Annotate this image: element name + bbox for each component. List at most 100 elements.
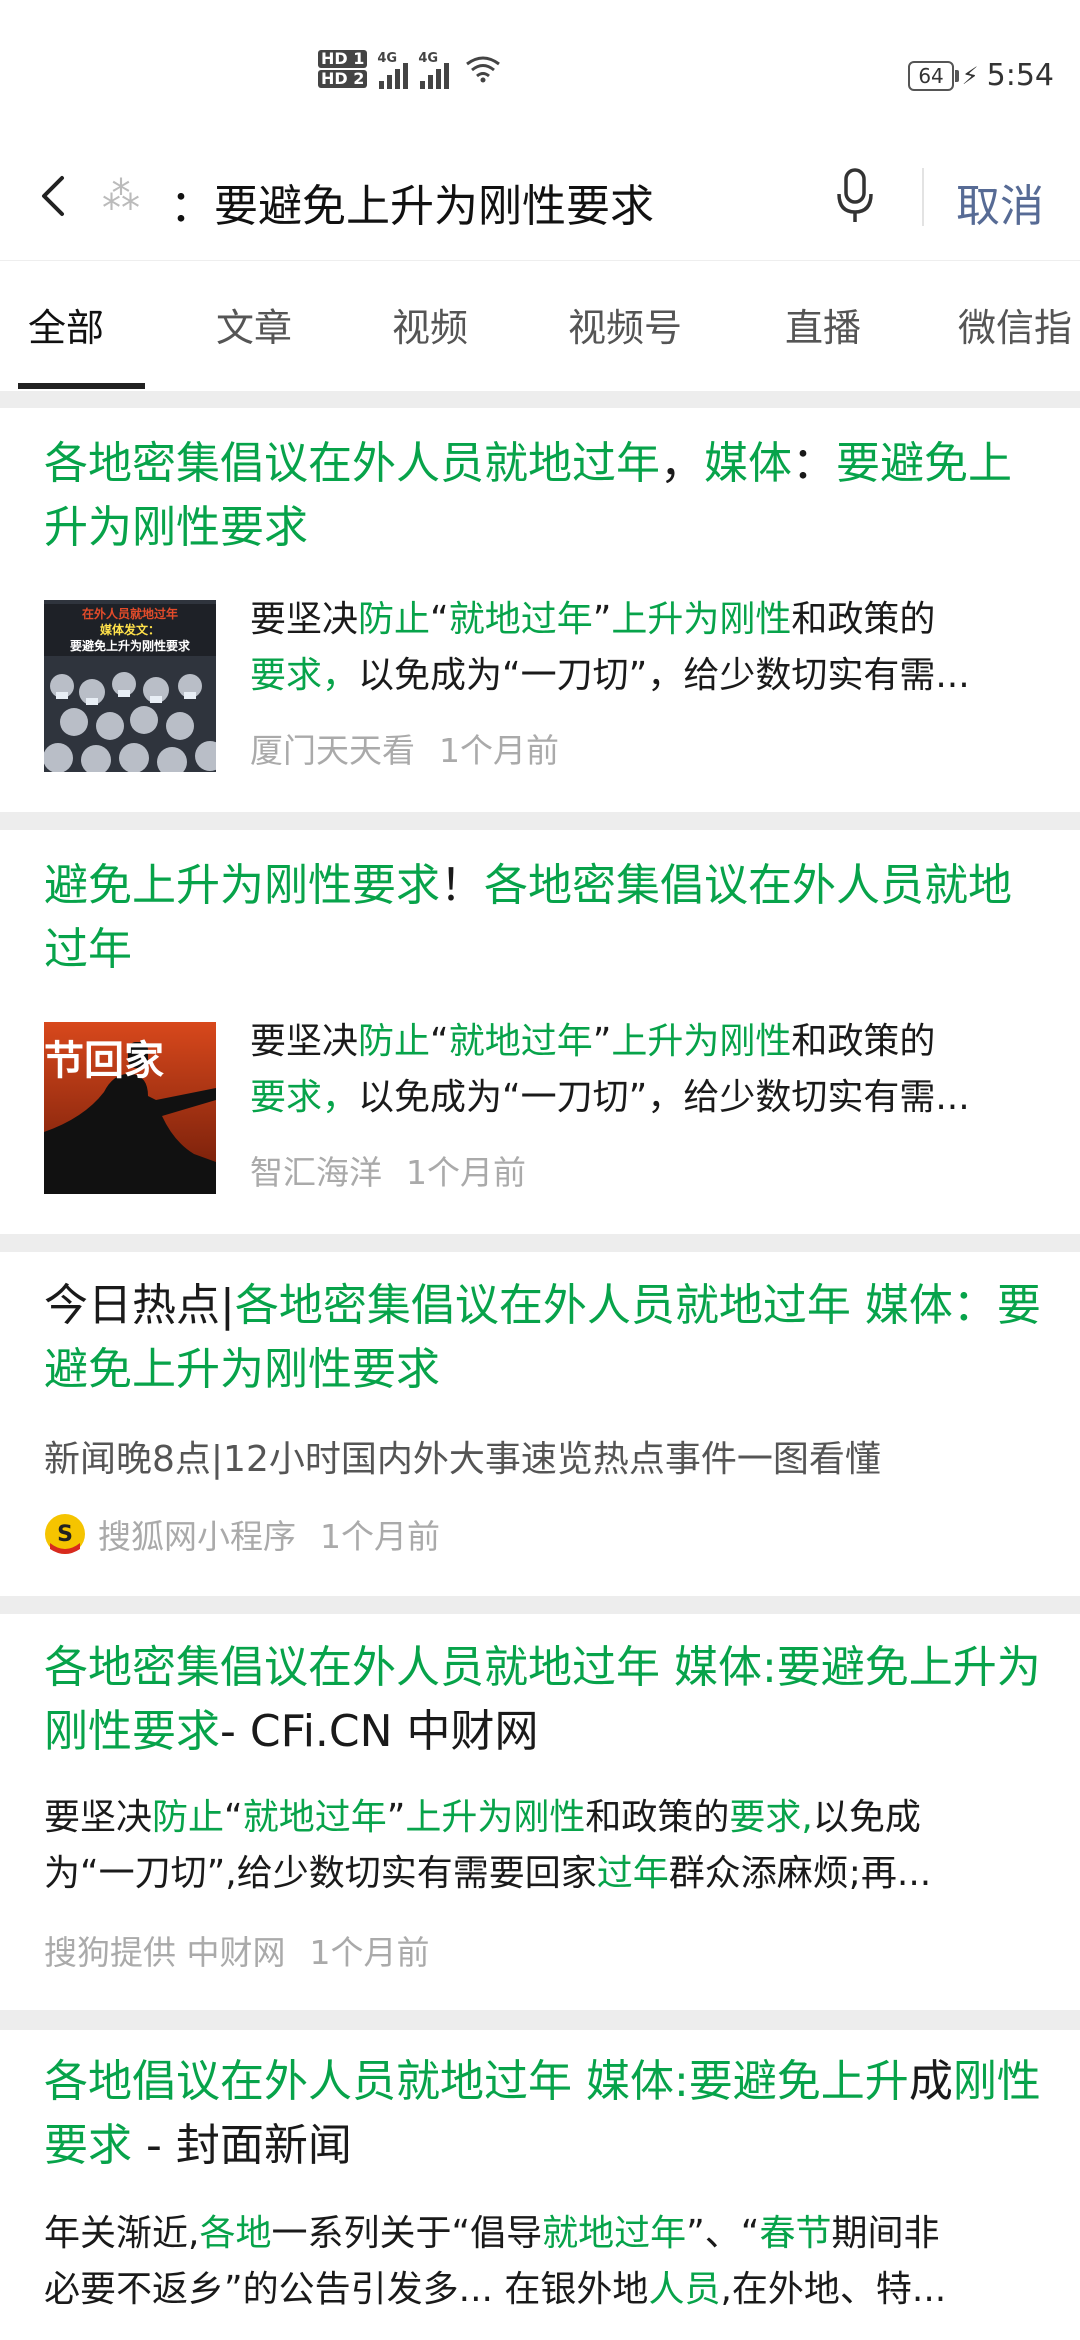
text-segment: 必要不返乡”的公告引发多... 在银外地 (44, 2269, 649, 2310)
svg-text:S: S (57, 1522, 73, 1547)
highlighted-text: 上升为刚性 (611, 1021, 792, 1062)
text-segment: 和政策的 (585, 1797, 730, 1838)
highlighted-text: 上升为刚性 (611, 599, 792, 640)
highlighted-text: 各地 (199, 2213, 272, 2254)
divider (922, 168, 924, 226)
text-segment: 和政策的 (791, 599, 936, 640)
result-snippet-line-2: 为“一刀切”,给少数切实有需要回家过年群众添麻烦;再... (44, 1846, 931, 1902)
result-source: 厦门天天看 (250, 731, 415, 770)
back-arrow-icon[interactable] (30, 166, 80, 226)
text-segment: ” (592, 1021, 612, 1062)
text-segment: 以免成为“一刀切”，给少数切实有需... (358, 655, 970, 696)
result-meta: 厦门天天看 1个月前 (250, 724, 559, 772)
text-segment: “ (430, 1021, 449, 1062)
text-segment: 年关渐近, (44, 2213, 200, 2254)
search-bar: ⁂ ：要避免上升为刚性要求 取消 (0, 130, 1080, 260)
microphone-icon[interactable] (830, 164, 880, 228)
highlighted-text: 防止 (152, 1797, 225, 1838)
tab-wechat-index[interactable]: 微信指 (958, 297, 1072, 352)
highlighted-text: 各地密集倡议在外人员就地过年 媒体:要避免上升为刚性要求 (44, 1642, 1041, 1757)
result-snippet-line-1: 要坚决防止“就地过年”上升为刚性和政策的 (250, 592, 935, 648)
highlighted-text: 上升为刚性 (405, 1797, 586, 1838)
result-title[interactable]: 各地倡议在外人员就地过年 媒体:要避免上升成刚性要求 - 封面新闻 (44, 2050, 1050, 2178)
clock: 5:54 (986, 58, 1054, 93)
text-segment: 以免成为“一刀切”，给少数切实有需... (358, 1077, 970, 1118)
signal-2-icon: 4G (418, 49, 450, 89)
result-snippet: 新闻晚8点|12小时国内外大事速览热点事件一图看懂 (44, 1439, 881, 1480)
highlighted-text: 春节 (759, 2213, 832, 2254)
result-card[interactable]: 今日热点|各地密集倡议在外人员就地过年 媒体：要避免上升为刚性要求 新闻晚8点|… (0, 1252, 1080, 1596)
loading-spinner-icon: ⁂ (102, 174, 140, 218)
result-thumbnail: 在外人员就地过年 媒体发文： 要避免上升为刚性要求 (44, 600, 216, 772)
hd1-badge: HD 1 (318, 50, 368, 68)
text-segment: 成 (908, 2056, 953, 2107)
text-segment: 一系列关于“倡导 (271, 2213, 543, 2254)
result-time: 1个月前 (309, 1933, 430, 1972)
highlighted-text: 就地过年 (242, 1797, 387, 1838)
thumb-caption-3: 要避免上升为刚性要求 (69, 639, 190, 653)
result-title[interactable]: 各地密集倡议在外人员就地过年，媒体：要避免上升为刚性要求 (44, 432, 1050, 560)
result-title[interactable]: 各地密集倡议在外人员就地过年 媒体:要避免上升为刚性要求- CFi.CN 中财网 (44, 1636, 1050, 1764)
network-type-1: 4G (377, 51, 398, 66)
status-bar: HD 1 HD 2 4G 4G 64 ⚡ 5:54 (0, 0, 1080, 130)
text-segment: ,在外地、特... (720, 2269, 947, 2310)
result-meta: 搜狗提供 中财网 1个月前 (44, 1926, 430, 1974)
text-segment: 期间非 (831, 2213, 940, 2254)
text-segment: 群众添麻烦;再... (668, 1853, 932, 1894)
highlighted-text: 各地密集倡议在外人员就地过年 (44, 438, 660, 489)
network-type-2: 4G (418, 51, 439, 66)
result-snippet-line-1: 年关渐近,各地一系列关于“倡导就地过年”、“春节期间非 (44, 2206, 939, 2262)
search-separator: ： (170, 181, 214, 232)
result-card[interactable]: 避免上升为刚性要求！各地密集倡议在外人员就地过年 节回家 要坚决防止“就地过年”… (0, 830, 1080, 1234)
text-segment: ” (592, 599, 612, 640)
result-snippet-line-2: 要求，以免成为“一刀切”，给少数切实有需... (250, 1070, 970, 1126)
signal-1-icon: 4G (377, 49, 409, 89)
thumb-caption-1: 在外人员就地过年 (81, 607, 178, 621)
result-snippet-line-2: 要求，以免成为“一刀切”，给少数切实有需... (250, 648, 970, 704)
text-segment: - 封面新闻 (132, 2120, 352, 2171)
tab-channels[interactable]: 视频号 (568, 297, 682, 352)
text-segment: ， (660, 438, 704, 489)
text-segment: 为“一刀切”,给少数切实有需要回家 (44, 1853, 597, 1894)
text-segment: 和政策的 (791, 1021, 936, 1062)
result-source: 搜狗提供 中财网 (44, 1933, 286, 1972)
text-segment: ”、“ (686, 2213, 760, 2254)
tab-articles[interactable]: 文章 (216, 297, 292, 352)
result-title[interactable]: 今日热点|各地密集倡议在外人员就地过年 媒体：要避免上升为刚性要求 (44, 1274, 1050, 1402)
text-segment: ： (792, 438, 836, 489)
tab-videos[interactable]: 视频 (392, 297, 468, 352)
highlighted-text: 过年 (596, 1853, 669, 1894)
result-snippet-line-1: 要坚决防止“就地过年”上升为刚性和政策的要求,以免成 (44, 1790, 921, 1846)
result-card[interactable]: 各地倡议在外人员就地过年 媒体:要避免上升成刚性要求 - 封面新闻 年关渐近,各… (0, 2030, 1080, 2340)
result-title[interactable]: 避免上升为刚性要求！各地密集倡议在外人员就地过年 (44, 854, 1050, 982)
search-query-text: 要避免上升为刚性要求 (214, 181, 654, 232)
result-source: 搜狐网小程序 (98, 1517, 296, 1556)
result-snippet-line-2: 必要不返乡”的公告引发多... 在银外地人员,在外地、特... (44, 2262, 946, 2318)
hd-badges: HD 1 HD 2 (318, 48, 368, 90)
tab-live[interactable]: 直播 (785, 297, 861, 352)
text-segment: 要坚决 (44, 1797, 153, 1838)
text-segment: 要坚决 (250, 599, 359, 640)
tab-all[interactable]: 全部 (28, 297, 104, 352)
hd2-badge: HD 2 (318, 70, 368, 88)
result-thumbnail: 节回家 (44, 1022, 216, 1194)
text-segment: “ (430, 599, 449, 640)
network-indicators: HD 1 HD 2 4G 4G (318, 48, 501, 90)
cancel-button[interactable]: 取消 (956, 170, 1044, 234)
highlighted-text: 要求， (250, 655, 359, 696)
result-card[interactable]: 各地密集倡议在外人员就地过年 媒体:要避免上升为刚性要求- CFi.CN 中财网… (0, 1614, 1080, 2010)
text-segment: ！ (440, 860, 484, 911)
text-segment: 要坚决 (250, 1021, 359, 1062)
text-segment: 以免成 (812, 1797, 921, 1838)
text-segment: - CFi.CN 中财网 (220, 1706, 539, 1757)
highlighted-text: 就地过年 (542, 2213, 687, 2254)
result-meta: 智汇海洋 1个月前 (250, 1146, 526, 1194)
wifi-icon (466, 56, 501, 83)
result-meta: S 搜狐网小程序 1个月前 (44, 1510, 440, 1558)
highlighted-text: 要求, (729, 1797, 813, 1838)
search-input[interactable]: ：要避免上升为刚性要求 (170, 170, 654, 234)
result-card[interactable]: 各地密集倡议在外人员就地过年，媒体：要避免上升为刚性要求 在外人员就地过年 媒体… (0, 408, 1080, 812)
highlighted-text: 就地过年 (448, 1021, 593, 1062)
status-right: 64 ⚡ 5:54 (908, 58, 1054, 93)
result-source: 智汇海洋 (250, 1153, 382, 1192)
